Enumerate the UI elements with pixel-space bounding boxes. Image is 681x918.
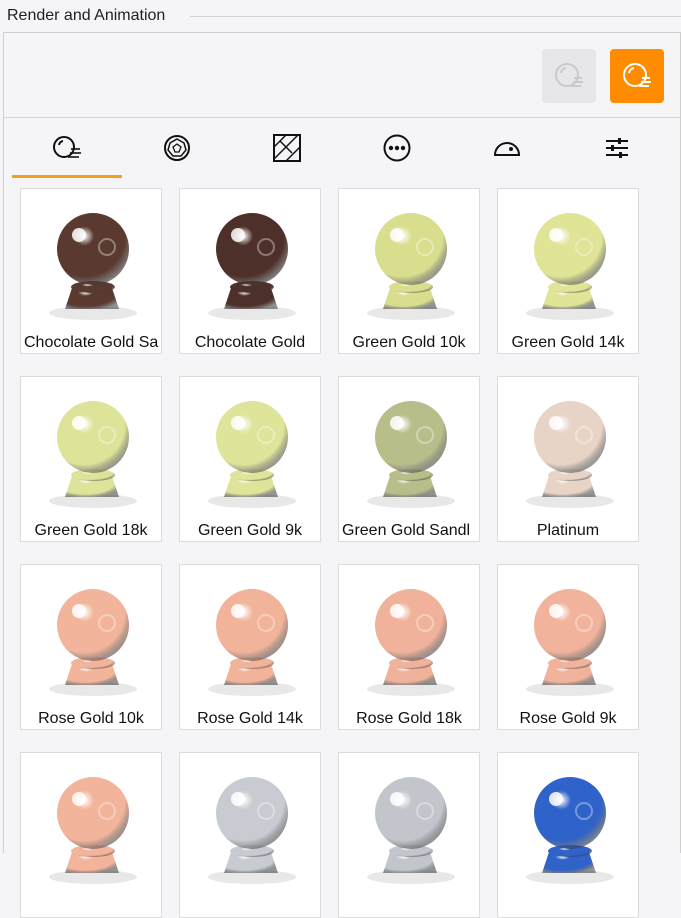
material-label: [21, 896, 161, 917]
material-card[interactable]: Green Gold Sandl: [338, 376, 480, 542]
material-label: Green Gold 10k: [352, 334, 466, 351]
tab-environment[interactable]: [452, 118, 562, 178]
material-card[interactable]: [20, 752, 162, 918]
panel-header: Render and Animation: [0, 0, 681, 32]
material-preview-sphere: [498, 565, 638, 707]
material-label: Chocolate Gold: [194, 334, 306, 351]
material-grid: Chocolate Gold Sa Chocolate Gold Green Gol…: [20, 188, 660, 918]
material-card[interactable]: Green Gold 14k: [497, 188, 639, 354]
material-preview-sphere: [339, 377, 479, 519]
render-button-disabled[interactable]: [542, 49, 596, 103]
more-options-icon: [383, 134, 411, 162]
render-animation-panel: Chocolate Gold Sa Chocolate Gold Green Gol…: [3, 32, 681, 918]
material-preview-sphere: [498, 189, 638, 331]
material-card[interactable]: [497, 752, 639, 918]
material-label: Green Gold 18k: [34, 522, 148, 539]
material-preview-sphere: [180, 189, 320, 331]
material-card[interactable]: Rose Gold 9k: [497, 564, 639, 730]
panel-title: Render and Animation: [7, 7, 166, 24]
material-label: Platinum: [536, 522, 600, 539]
material-preview-sphere: [21, 753, 161, 895]
material-label: Chocolate Gold Sa: [24, 334, 159, 351]
material-label: [180, 896, 320, 917]
material-card[interactable]: Platinum: [497, 376, 639, 542]
material-label: Green Gold 9k: [197, 522, 303, 539]
material-card[interactable]: Green Gold 9k: [179, 376, 321, 542]
material-label: Rose Gold 18k: [356, 710, 462, 727]
tab-textures[interactable]: [232, 118, 342, 178]
material-card[interactable]: Rose Gold 10k: [20, 564, 162, 730]
material-card[interactable]: Rose Gold 14k: [179, 564, 321, 730]
material-card[interactable]: Rose Gold 18k: [338, 564, 480, 730]
material-label: [498, 896, 638, 917]
material-label: Green Gold 14k: [511, 334, 625, 351]
render-sphere-icon: [623, 63, 651, 87]
material-label: Rose Gold 14k: [197, 710, 303, 727]
material-card[interactable]: Green Gold 18k: [20, 376, 162, 542]
texture-pattern-icon: [273, 134, 301, 162]
material-preview-sphere: [180, 753, 320, 895]
tab-settings[interactable]: [562, 118, 672, 178]
material-preview-sphere: [498, 753, 638, 895]
material-preview-sphere: [339, 565, 479, 707]
material-preview-sphere: [180, 377, 320, 519]
material-preview-sphere: [180, 565, 320, 707]
material-label: [339, 896, 479, 917]
material-preview-sphere: [21, 189, 161, 331]
render-toolbar: [4, 33, 680, 118]
material-card[interactable]: Green Gold 10k: [338, 188, 480, 354]
material-preview-sphere: [498, 377, 638, 519]
material-label: Rose Gold 9k: [519, 710, 617, 727]
gemstone-icon: [164, 135, 190, 161]
material-card[interactable]: Chocolate Gold Sa: [20, 188, 162, 354]
material-preview-sphere: [339, 189, 479, 331]
header-divider: [190, 16, 681, 17]
tab-materials[interactable]: [12, 118, 122, 178]
material-preview-sphere: [21, 377, 161, 519]
material-label: Green Gold Sandl: [342, 522, 471, 539]
render-button[interactable]: [610, 49, 664, 103]
tab-more[interactable]: [342, 118, 452, 178]
material-card[interactable]: [338, 752, 480, 918]
tab-gemstones[interactable]: [122, 118, 232, 178]
sliders-settings-icon: [606, 138, 628, 158]
material-preview-sphere: [21, 565, 161, 707]
render-sphere-icon: [555, 63, 583, 87]
scrollbar[interactable]: [677, 200, 681, 832]
material-label: Rose Gold 10k: [38, 710, 144, 727]
material-card[interactable]: Chocolate Gold: [179, 188, 321, 354]
material-card[interactable]: [179, 752, 321, 918]
material-sphere-icon: [53, 136, 81, 158]
dome-environment-icon: [493, 142, 521, 156]
material-preview-sphere: [339, 753, 479, 895]
material-tabs: [4, 118, 680, 180]
